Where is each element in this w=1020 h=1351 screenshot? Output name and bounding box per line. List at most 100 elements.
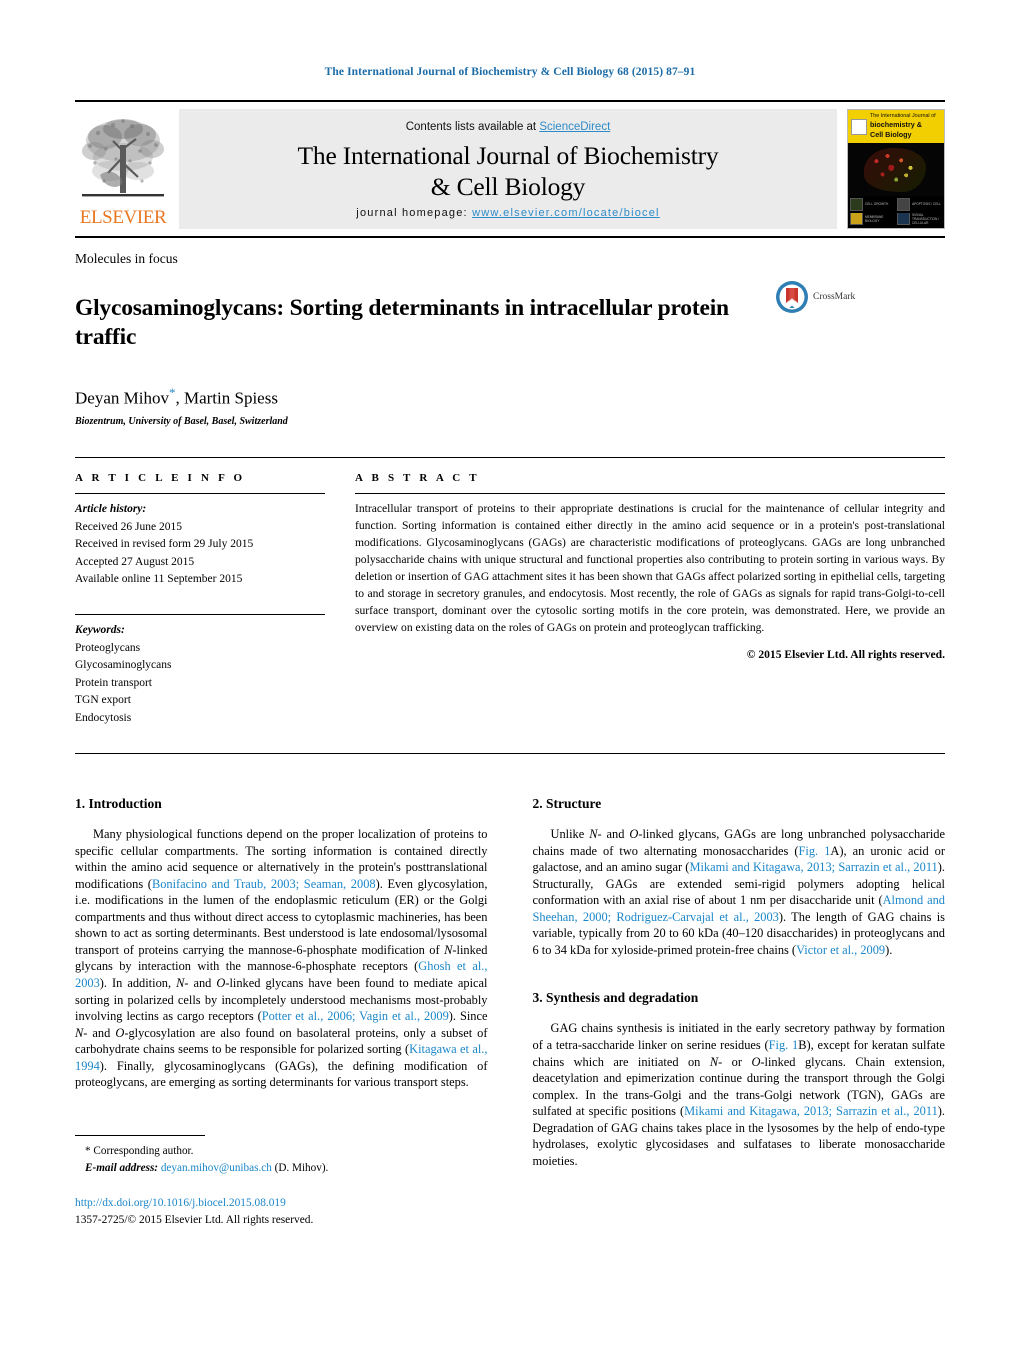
cover-thumb-cell: SIGNAL TRANSDUCTION / CELLULAR — [897, 212, 942, 225]
masthead-center-band: Contents lists available at ScienceDirec… — [179, 109, 837, 229]
cover-thumb-cell: APOPTOSIS / CELL — [897, 198, 942, 211]
journal-cover-thumbnail: The International Journal of biochemistr… — [847, 109, 945, 229]
homepage-prefix: journal homepage: — [356, 207, 473, 219]
author-names-rest: , Martin Spiess — [175, 388, 278, 408]
doi-link[interactable]: http://dx.doi.org/10.1016/j.biocel.2015.… — [75, 1195, 488, 1212]
crossmark-badge[interactable]: CrossMark — [775, 280, 855, 314]
citation-link[interactable]: Victor et al., 2009 — [796, 943, 885, 957]
keywords-rule — [75, 614, 325, 616]
title-row: Glycosaminoglycans: Sorting determinants… — [75, 278, 945, 369]
body-column-left: 1. Introduction Many physiological funct… — [75, 796, 488, 1228]
journal-article-page: The International Journal of Biochemistr… — [0, 0, 1020, 1351]
page-title: Glycosaminoglycans: Sorting determinants… — [75, 294, 729, 351]
author-name-primary: Deyan Mihov — [75, 388, 169, 408]
cover-cell-blob — [864, 148, 926, 192]
crossmark-label: CrossMark — [813, 292, 856, 302]
issn-copyright-line: 1357-2725/© 2015 Elsevier Ltd. All right… — [75, 1213, 314, 1226]
masthead-bottom-rule — [75, 236, 945, 238]
synthesis-paragraph: GAG chains synthesis is initiated in the… — [533, 1020, 946, 1169]
article-history-label: Article history: — [75, 503, 147, 516]
cover-thumb-image — [850, 212, 863, 225]
section-heading-structure: 2. Structure — [532, 796, 602, 812]
email-label: E-mail address: — [85, 1161, 159, 1174]
cover-band-line-2: Cell Biology — [870, 129, 912, 139]
intro-text-h: - and — [83, 1025, 116, 1040]
cover-thumb-image — [897, 212, 910, 225]
intro-text-e: - and — [184, 975, 217, 990]
keyword-item: Endocytosis — [75, 711, 132, 724]
journal-homepage-line: journal homepage: www.elsevier.com/locat… — [356, 207, 659, 219]
intro-text-g: ). Since — [448, 1009, 488, 1024]
citation-link[interactable]: Mikami and Kitagawa, 2013; Sarrazin et a… — [689, 860, 937, 874]
keyword-item: Proteoglycans — [75, 641, 141, 654]
structure-text-a: Unlike — [550, 827, 590, 842]
contents-available-line: Contents lists available at ScienceDirec… — [406, 121, 611, 133]
cover-thumb-cell: CELL GROWTH — [850, 198, 895, 211]
synthesis-italic: N — [709, 1054, 719, 1069]
introduction-paragraph: Many physiological functions depend on t… — [75, 826, 488, 1091]
abstract-heading: A B S T R A C T — [355, 472, 480, 485]
cover-microscopy-image — [848, 143, 944, 196]
abstract-text: Intracellular transport of proteins to t… — [355, 502, 945, 634]
intro-text-j: ). Finally, glycosaminoglycans (GAGs), t… — [75, 1058, 488, 1090]
cover-thumb-caption: MEMBRANE BIOLOGY — [865, 214, 884, 223]
citation-link[interactable]: Mikami and Kitagawa, 2013; Sarrazin et a… — [684, 1104, 938, 1118]
journal-masthead: ELSEVIER Contents lists available at Sci… — [75, 100, 945, 238]
sciencedirect-link[interactable]: ScienceDirect — [539, 121, 610, 133]
affiliation: Biozentrum, University of Basel, Basel, … — [75, 416, 288, 428]
figure-link[interactable]: Fig. 1 — [769, 1038, 799, 1052]
cover-thumb-caption: SIGNAL TRANSDUCTION / CELLULAR — [912, 212, 940, 225]
cover-publisher-logo-icon — [851, 118, 867, 135]
cover-band-small: The International Journal of — [870, 113, 936, 120]
cover-band-line-1: biochemistry & — [870, 120, 922, 130]
keyword-item: Glycosaminoglycans — [75, 659, 172, 672]
email-link[interactable]: deyan.mihov@unibas.ch — [161, 1162, 272, 1174]
author-list: Deyan Mihov*, Martin Spiess — [75, 385, 945, 409]
intro-italic: O — [115, 1025, 125, 1040]
cover-thumb-image — [850, 198, 863, 211]
figure-link[interactable]: Fig. 1 — [799, 844, 831, 858]
structure-text-b: - and — [597, 827, 630, 842]
abstract-rule — [355, 493, 945, 495]
abstract-column: A B S T R A C T Intracellular transport … — [355, 458, 945, 727]
footnote-text: Corresponding author. — [93, 1144, 194, 1157]
article-body: 1. Introduction Many physiological funct… — [75, 796, 945, 1228]
cover-thumb-image — [897, 198, 910, 211]
citation-link[interactable]: Potter et al., 2006; Vagin et al., 2009 — [262, 1009, 449, 1023]
cover-thumb-caption: CELL GROWTH — [865, 202, 889, 207]
crossmark-icon — [776, 281, 808, 313]
cover-title-text: The International Journal of biochemistr… — [870, 113, 936, 139]
journal-title-line-2: & Cell Biology — [430, 171, 586, 201]
doi-block: http://dx.doi.org/10.1016/j.biocel.2015.… — [75, 1195, 488, 1228]
structure-paragraph: Unlike N- and O-linked glycans, GAGs are… — [533, 826, 946, 958]
contents-prefix: Contents lists available at — [405, 121, 540, 133]
journal-title: The International Journal of Biochemistr… — [298, 141, 719, 201]
journal-homepage-link[interactable]: www.elsevier.com/locate/biocel — [472, 207, 660, 219]
section-heading-introduction: 1. Introduction — [75, 796, 162, 812]
article-info-heading: A R T I C L E I N F O — [75, 472, 246, 485]
intro-italic: O — [216, 975, 226, 990]
body-column-right: 2. Structure Unlike N- and O-linked glyc… — [533, 796, 946, 1228]
article-info-rule — [75, 493, 325, 495]
article-info-column: A R T I C L E I N F O Article history: R… — [75, 458, 355, 727]
keyword-item: TGN export — [75, 694, 131, 707]
structure-text-g: ). — [885, 942, 893, 957]
footnote-rule — [75, 1134, 205, 1136]
info-bottom-rule — [75, 753, 945, 755]
keyword-item: Protein transport — [75, 676, 152, 689]
history-online: Available online 11 September 2015 — [75, 573, 243, 585]
cover-thumbnail-grid: CELL GROWTH APOPTOSIS / CELL MEMBRANE BI… — [848, 196, 944, 227]
history-received: Received 26 June 2015 — [75, 520, 182, 533]
keywords-block: Keywords: Proteoglycans Glycosaminoglyca… — [75, 614, 325, 727]
structure-italic: O — [629, 827, 639, 842]
citation-link[interactable]: Bonifacino and Traub, 2003; Seaman, 2008 — [152, 877, 376, 891]
abstract-copyright: © 2015 Elsevier Ltd. All rights reserved… — [746, 647, 945, 661]
history-accepted: Accepted 27 August 2015 — [75, 555, 195, 568]
journal-title-line-1: The International Journal of Biochemistr… — [297, 141, 719, 171]
cover-thumb-cell: MEMBRANE BIOLOGY — [850, 212, 895, 225]
cover-thumb-caption: APOPTOSIS / CELL — [912, 202, 941, 207]
elsevier-logo: ELSEVIER — [75, 109, 171, 229]
intro-text-d: ). In addition, — [99, 975, 177, 990]
running-head: The International Journal of Biochemistr… — [324, 66, 696, 78]
synthesis-text-c: - or — [718, 1054, 752, 1069]
